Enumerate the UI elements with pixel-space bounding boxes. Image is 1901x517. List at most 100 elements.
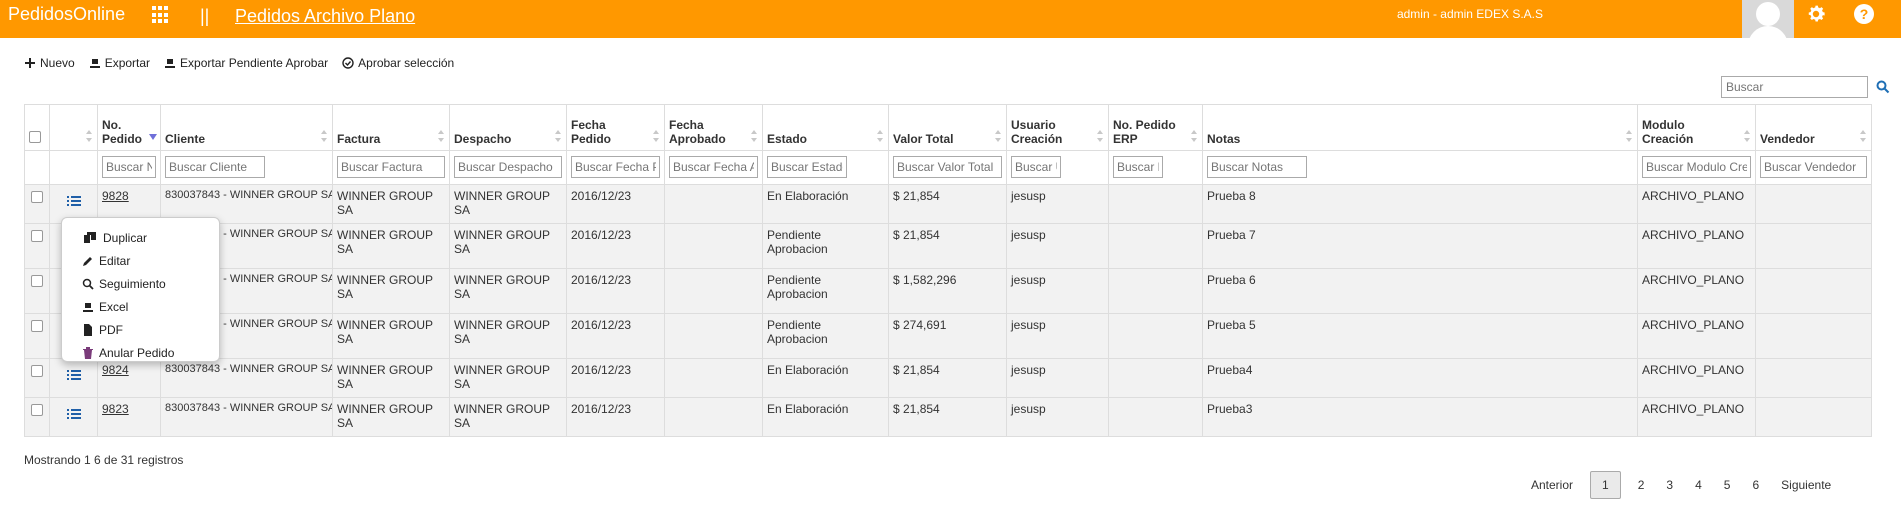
col-header-valor[interactable]: Valor Total [888,104,1007,151]
row-checkbox[interactable] [31,230,43,242]
filter-row [24,150,1872,185]
order-number-link[interactable]: 9828 [102,189,129,203]
filter-fecha-pedido-input[interactable] [571,156,660,178]
approve-selection-button[interactable]: Aprobar selección [342,55,454,71]
table-row[interactable]: 9825 830037843 - WINNER GROUP SA WINNER … [24,313,1872,359]
export-button[interactable]: Exportar [89,55,150,71]
filter-valor-input[interactable] [893,156,1002,178]
col-header-notas[interactable]: Notas [1202,104,1638,151]
help-icon[interactable]: ? [1854,4,1874,24]
notes-cell: Prueba3 [1202,397,1638,437]
pagination-page[interactable]: 4 [1684,471,1713,499]
pagination-page[interactable]: 5 [1713,471,1742,499]
seller-cell [1755,397,1872,437]
list-menu-icon[interactable] [66,369,81,381]
col-header-pedido[interactable]: No. Pedido [97,104,161,151]
col-header-fecha-aprobado[interactable]: Fecha Aprobado [664,104,763,151]
table-row[interactable]: 9827 830037843 - WINNER GROUP SA WINNER … [24,223,1872,269]
user-cell: jesusp [1006,184,1109,224]
col-header-usuario[interactable]: Usuario Creación [1006,104,1109,151]
col-header-fecha-pedido[interactable]: Fecha Pedido [566,104,665,151]
user-cell: jesusp [1006,397,1109,437]
row-checkbox[interactable] [31,320,43,332]
filter-vendedor-input[interactable] [1760,156,1867,178]
row-checkbox[interactable] [31,404,43,416]
select-all-checkbox[interactable] [29,131,41,143]
status-cell: En Elaboración [762,397,889,437]
list-menu-icon[interactable] [66,195,81,207]
col-header-modulo[interactable]: Modulo Creación [1637,104,1756,151]
notes-cell: Prueba4 [1202,358,1638,398]
menu-item-editar[interactable]: Editar [62,249,219,272]
col-header-despacho[interactable]: Despacho [449,104,567,151]
menu-item-excel[interactable]: Excel [62,295,219,318]
module-cell: ARCHIVO_PLANO [1637,397,1756,437]
file-icon [84,323,92,336]
orders-table: No. Pedido Cliente Factura Despacho Fech… [24,104,1872,437]
apps-grid-icon[interactable] [152,6,170,24]
pagination-page-current[interactable]: 1 [1590,471,1621,499]
row-checkbox[interactable] [31,365,43,377]
pagination-page[interactable]: 3 [1655,471,1684,499]
table-row[interactable]: 9824 830037843 - WINNER GROUP SA WINNER … [24,358,1872,398]
export-icon [89,59,100,68]
row-checkbox[interactable] [31,191,43,203]
col-header-vendedor[interactable]: Vendedor [1755,104,1872,151]
filter-notas-input[interactable] [1207,156,1307,178]
notes-cell: Prueba 7 [1202,223,1638,269]
user-cell: jesusp [1006,313,1109,359]
module-cell: ARCHIVO_PLANO [1637,358,1756,398]
filter-cliente-input[interactable] [165,156,265,178]
pagination-page[interactable]: 6 [1741,471,1770,499]
filter-modulo-input[interactable] [1642,156,1751,178]
pagination-page[interactable]: 2 [1627,471,1656,499]
total-cell: $ 21,854 [888,184,1007,224]
gear-icon[interactable] [1805,3,1827,25]
user-name[interactable]: admin - admin EDEX S.A.S [1397,7,1543,21]
status-cell: En Elaboración [762,184,889,224]
order-number-link[interactable]: 9824 [102,363,129,377]
filter-erp-input[interactable] [1113,156,1163,178]
notes-cell: Prueba 6 [1202,268,1638,314]
filter-despacho-input[interactable] [454,156,562,178]
filter-fecha-aprobado-input[interactable] [669,156,758,178]
approved-date-cell [664,268,763,314]
brand-logo[interactable]: PedidosOnline [8,4,125,25]
pagination-prev[interactable]: Anterior [1520,471,1584,499]
dispatch-cell: WINNER GROUP SA [449,313,567,359]
search-input[interactable] [1721,76,1868,98]
filter-pedido-input[interactable] [102,156,156,178]
col-header-cliente[interactable]: Cliente [160,104,333,151]
filter-estado-input[interactable] [767,156,847,178]
new-button[interactable]: Nuevo [24,55,75,71]
pagination-next[interactable]: Siguiente [1770,471,1842,499]
menu-item-duplicar[interactable]: Duplicar [62,226,219,249]
export-pending-button[interactable]: Exportar Pendiente Aprobar [164,55,328,71]
avatar[interactable] [1742,0,1794,38]
col-header-factura[interactable]: Factura [332,104,450,151]
sort-desc-icon[interactable] [149,130,157,142]
table-row[interactable]: 9826 830037843 - WINNER GROUP SA WINNER … [24,268,1872,314]
title-separator: || [200,6,210,26]
sort-icon[interactable] [86,130,93,142]
row-checkbox[interactable] [31,275,43,287]
filter-factura-input[interactable] [337,156,445,178]
filter-usuario-input[interactable] [1011,156,1061,178]
menu-item-pdf[interactable]: PDF [62,318,219,341]
sort-icon [1860,130,1867,142]
col-header-erp[interactable]: No. Pedido ERP [1108,104,1203,151]
table-row[interactable]: 9828 830037843 - WINNER GROUP SA WINNER … [24,184,1872,224]
menu-item-seguimiento[interactable]: Seguimiento [62,272,219,295]
menu-item-anular[interactable]: Anular Pedido [62,341,219,364]
list-menu-icon[interactable] [66,408,81,420]
order-number-link[interactable]: 9823 [102,402,129,416]
approved-date-cell [664,358,763,398]
approved-date-cell [664,184,763,224]
table-row[interactable]: 9823 830037843 - WINNER GROUP SA WINNER … [24,397,1872,437]
erp-cell [1108,223,1203,269]
search-icon[interactable] [1876,80,1890,94]
invoice-cell: WINNER GROUP SA [332,223,450,269]
col-header-estado[interactable]: Estado [762,104,889,151]
page-title-link[interactable]: Pedidos Archivo Plano [235,6,415,27]
pencil-icon [83,256,92,266]
